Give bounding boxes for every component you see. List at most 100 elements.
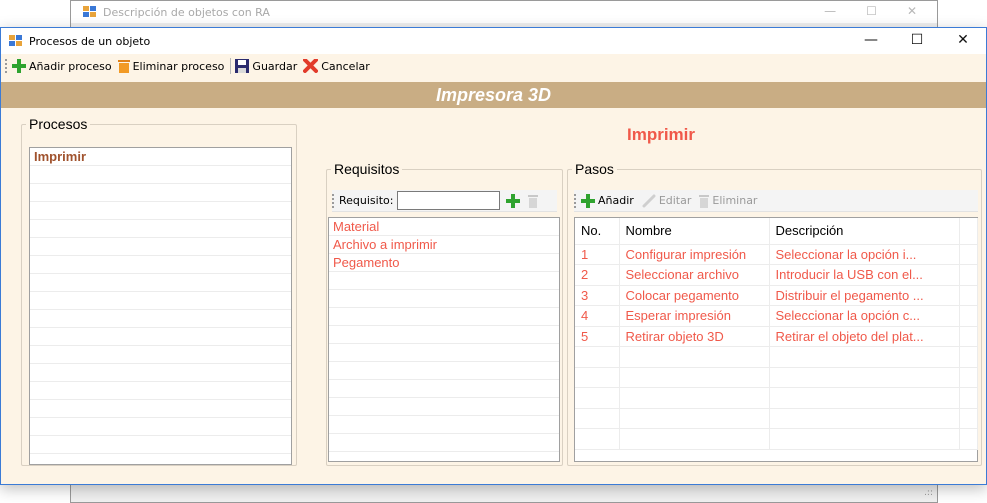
processes-window: Procesos de un objeto — ☐ ✕ Añadir proce… [0,27,987,485]
cell-nombre[interactable]: Configurar impresión [619,244,770,265]
list-item-empty [30,292,291,310]
edit-step-button[interactable]: Editar [642,194,691,208]
cell-descripcion[interactable]: Introducir la USB con el... [769,264,960,286]
delete-requirement-icon[interactable] [528,194,539,208]
list-item-empty [30,364,291,382]
delete-process-label: Eliminar proceso [132,59,225,73]
list-item-empty [329,272,559,290]
cell-descripcion[interactable]: Distribuir el pegamento ... [769,285,960,306]
background-window-title: Descripción de objetos con RA [103,5,270,19]
add-process-button[interactable]: Añadir proceso [12,59,112,73]
app-icon [83,6,97,18]
table-row-empty [575,428,978,450]
list-item[interactable]: Material [329,218,559,236]
list-item-empty [329,380,559,398]
list-item-empty [329,290,559,308]
cell-filler [959,264,978,286]
list-item-empty [329,344,559,362]
object-banner: Impresora 3D [1,82,986,108]
list-item-empty [30,184,291,202]
close-icon[interactable]: ✕ [907,4,917,18]
cell-no[interactable]: 1 [575,244,620,265]
requirement-input[interactable] [397,191,501,210]
column-header-nombre[interactable]: Nombre [619,218,770,245]
list-item-empty [329,362,559,380]
table-row[interactable]: 2 Seleccionar archivo Introducir la USB … [575,264,978,286]
maximize-icon[interactable]: ☐ [894,28,940,54]
cell-descripcion[interactable]: Seleccionar la opción c... [769,305,960,327]
plus-icon [12,59,26,73]
maximize-icon[interactable]: ☐ [866,4,877,18]
cell-no[interactable]: 2 [575,264,620,286]
toolbar-grip[interactable] [5,59,8,73]
resize-grip-icon[interactable]: .:: [924,488,933,498]
add-requirement-icon[interactable] [506,193,521,208]
steps-toolbar: Añadir Editar Eliminar [574,190,978,212]
cell-descripcion[interactable]: Seleccionar la opción i... [769,244,960,265]
list-item-empty [30,238,291,256]
list-item-empty [30,400,291,418]
save-label: Guardar [252,59,298,73]
table-row-empty [575,387,978,409]
cell-filler [959,326,978,347]
list-item-empty [30,256,291,274]
processes-legend: Procesos [29,116,88,132]
list-item-empty [30,166,291,184]
table-row[interactable]: 4 Esperar impresión Seleccionar la opció… [575,305,978,327]
window-title: Procesos de un objeto [29,34,151,48]
requirements-legend: Requisitos [334,161,400,177]
cross-icon [303,59,319,73]
cell-no[interactable]: 4 [575,305,620,327]
cell-nombre[interactable]: Seleccionar archivo [619,264,770,286]
add-step-button[interactable]: Añadir [581,193,634,208]
toolbar-grip[interactable] [574,193,577,208]
list-item[interactable]: Imprimir [30,148,291,166]
save-button[interactable]: Guardar [235,59,297,73]
cancel-button[interactable]: Cancelar [303,59,370,73]
minimize-icon[interactable]: — [824,4,836,18]
list-item-empty [30,220,291,238]
list-item-empty [30,202,291,220]
table-row[interactable]: 5 Retirar objeto 3D Retirar el objeto de… [575,326,978,347]
table-row[interactable]: 3 Colocar pegamento Distribuir el pegame… [575,285,978,306]
cell-nombre[interactable]: Esperar impresión [619,305,770,327]
list-item-empty [30,382,291,400]
list-item-empty [30,310,291,328]
list-item-empty [329,416,559,434]
delete-step-button[interactable]: Eliminar [699,194,757,208]
minimize-icon[interactable]: — [848,28,894,54]
list-item[interactable]: Pegamento [329,254,559,272]
toolbar-grip[interactable] [332,193,335,208]
main-toolbar: Añadir proceso Eliminar proceso Guardar … [1,54,986,78]
window-controls: — ☐ ✕ [848,28,986,54]
cell-no[interactable]: 5 [575,326,620,347]
plus-icon [581,193,595,208]
table-row-empty [575,367,978,388]
cell-filler [959,305,978,327]
cell-descripcion[interactable]: Retirar el objeto del plat... [769,326,960,347]
column-header-filler [959,218,978,245]
background-titlebar: Descripción de objetos con RA [71,1,937,23]
close-icon[interactable]: ✕ [940,28,986,54]
trash-icon [699,194,710,208]
list-item-empty [30,346,291,364]
table-row[interactable]: 1 Configurar impresión Seleccionar la op… [575,244,978,265]
requirement-input-label: Requisito: [339,194,394,207]
processes-list[interactable]: Imprimir [29,147,292,465]
requirements-list[interactable]: Material Archivo a imprimir Pegamento [328,217,560,462]
background-window-controls: — ☐ ✕ [824,4,917,18]
cell-filler [959,244,978,265]
steps-grid[interactable]: No. Nombre Descripción 1 Configurar impr… [574,217,978,462]
column-header-descripcion[interactable]: Descripción [769,218,960,245]
list-item[interactable]: Archivo a imprimir [329,236,559,254]
column-header-no[interactable]: No. [575,218,620,245]
requirements-toolbar: Requisito: [332,190,557,212]
cell-filler [959,285,978,306]
list-item-empty [329,434,559,452]
delete-process-button[interactable]: Eliminar proceso [117,59,225,73]
cell-no[interactable]: 3 [575,285,620,306]
cancel-label: Cancelar [321,59,370,73]
cell-nombre[interactable]: Retirar objeto 3D [619,326,770,347]
list-item-empty [329,398,559,416]
cell-nombre[interactable]: Colocar pegamento [619,285,770,306]
